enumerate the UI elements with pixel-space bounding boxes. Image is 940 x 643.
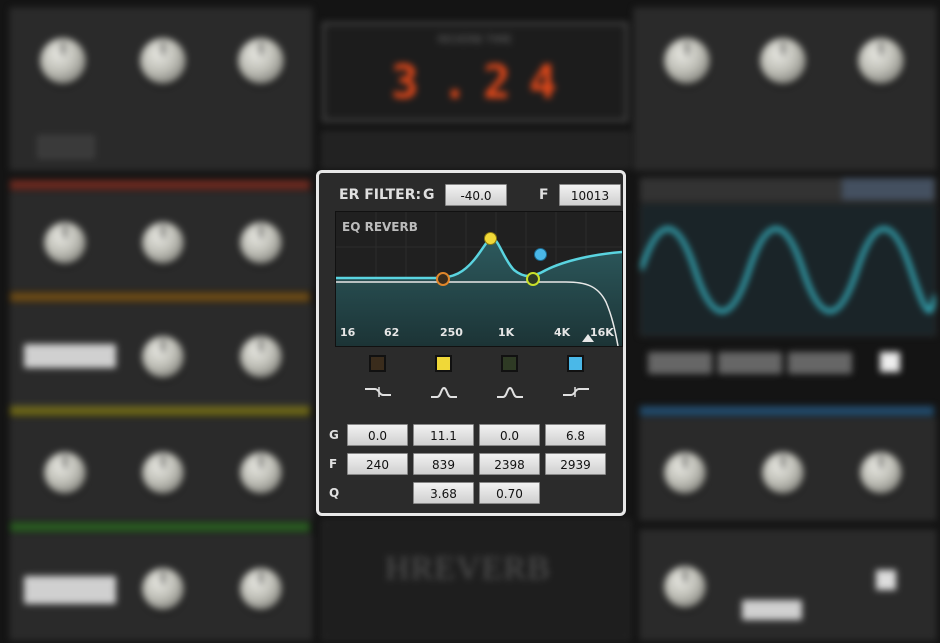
bg-knob — [664, 38, 710, 84]
band-3-q-field[interactable]: 0.70 — [479, 482, 540, 504]
bg-dropdown — [24, 344, 116, 368]
band-2-freq-field[interactable]: 839 — [413, 453, 474, 475]
er-filter-title: ER FILTER: — [339, 187, 422, 203]
band-2-handle[interactable] — [484, 232, 497, 245]
bg-strip-orange — [10, 292, 310, 302]
bg-knob — [760, 38, 806, 84]
bg-lfo-wave — [641, 226, 935, 314]
bg-dropdown — [24, 576, 116, 604]
bg-knob — [44, 452, 86, 494]
band-1-freq-field[interactable]: 240 — [347, 453, 408, 475]
low-shelf-icon[interactable] — [363, 385, 393, 399]
er-filter-gain-label: G — [423, 187, 435, 203]
bg-knob — [238, 38, 284, 84]
eq-reverb-graph[interactable]: EQ REVERB 16 62 250 1K 4K 16K — [335, 211, 623, 347]
bg-strip-green — [10, 522, 310, 532]
band-1-handle[interactable] — [436, 272, 450, 286]
band-2-gain-field[interactable]: 11.1 — [413, 424, 474, 446]
row-label-freq: F — [329, 457, 338, 471]
high-shelf-icon[interactable] — [561, 385, 591, 399]
bg-knob — [858, 38, 904, 84]
bg-knob — [142, 452, 184, 494]
bg-knob — [44, 222, 86, 264]
er-filter-freq-label: F — [539, 187, 549, 203]
bg-knob — [240, 222, 282, 264]
band-4-gain-field[interactable]: 6.8 — [545, 424, 606, 446]
bg-button — [742, 600, 802, 620]
peak-filter-icon[interactable] — [429, 385, 459, 399]
band-3-handle[interactable] — [526, 272, 540, 286]
bg-button — [38, 136, 94, 158]
bg-panel-top-right — [634, 8, 936, 170]
bg-tab-active — [842, 178, 934, 200]
reverb-time-digit: 2 — [483, 55, 511, 109]
bg-knob — [140, 38, 186, 84]
band-4-toggle[interactable] — [567, 355, 584, 372]
bg-knob — [240, 568, 282, 610]
band-3-toggle[interactable] — [501, 355, 518, 372]
er-filter-panel: ER FILTER: G -40.0 F 10013 EQ REVERB 16 … — [316, 170, 626, 516]
band-4-handle[interactable] — [534, 248, 547, 261]
freq-label-16k: 16K — [590, 326, 614, 339]
bg-lfo-panel — [640, 204, 936, 336]
reverb-time-digit: . — [441, 55, 469, 109]
eq-reverb-title: EQ REVERB — [342, 220, 418, 234]
bg-knob — [40, 38, 86, 84]
bg-knob — [142, 568, 184, 610]
bg-knob — [860, 452, 902, 494]
band-1-toggle[interactable] — [369, 355, 386, 372]
freq-label-250: 250 — [440, 326, 463, 339]
row-label-q: Q — [329, 486, 340, 500]
reverb-time-digit: 3 — [391, 55, 419, 109]
bg-knob — [240, 336, 282, 378]
reverb-time-display: REVERB TIME 3 . 2 4 — [322, 22, 628, 122]
row-label-gain: G — [329, 428, 339, 442]
bg-knob — [762, 452, 804, 494]
band-3-gain-field[interactable]: 0.0 — [479, 424, 540, 446]
reverb-time-label: REVERB TIME — [437, 33, 513, 46]
bg-checkbox — [880, 352, 900, 372]
hreverb-logo: HREVERB — [385, 550, 551, 587]
bg-strip-yellow — [10, 406, 310, 416]
freq-label-4k: 4K — [554, 326, 571, 339]
band-2-toggle[interactable] — [435, 355, 452, 372]
bg-button — [718, 352, 782, 374]
band-3-freq-field[interactable]: 2398 — [479, 453, 540, 475]
freq-label-1k: 1K — [498, 326, 515, 339]
band-1-gain-field[interactable]: 0.0 — [347, 424, 408, 446]
er-filter-gain-field[interactable]: -40.0 — [445, 184, 507, 206]
bg-knob — [664, 452, 706, 494]
bg-knob — [142, 222, 184, 264]
reverb-time-digit: 4 — [529, 55, 557, 109]
bg-knob — [664, 566, 706, 608]
bg-strip-blue — [640, 406, 934, 416]
bg-center-toolbar — [322, 132, 630, 168]
bg-checkbox — [876, 570, 896, 590]
er-filter-freq-field[interactable]: 10013 — [559, 184, 621, 206]
bg-button — [648, 352, 712, 374]
bg-button — [788, 352, 852, 374]
bg-knob — [142, 336, 184, 378]
band-4-freq-field[interactable]: 2939 — [545, 453, 606, 475]
bg-strip-red — [10, 180, 310, 190]
freq-label-62: 62 — [384, 326, 400, 339]
bg-knob — [240, 452, 282, 494]
band-2-q-field[interactable]: 3.68 — [413, 482, 474, 504]
peak-filter-icon[interactable] — [495, 385, 525, 399]
freq-label-16: 16 — [340, 326, 356, 339]
